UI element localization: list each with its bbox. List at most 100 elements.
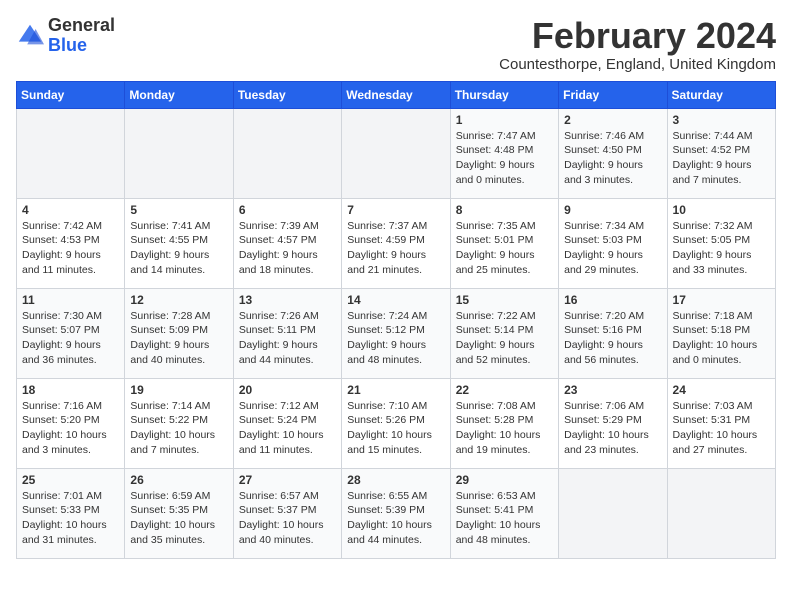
cell-date-number: 1 — [456, 113, 553, 127]
cell-info-text: Sunrise: 7:16 AMSunset: 5:20 PMDaylight:… — [22, 399, 119, 458]
cell-date-number: 24 — [673, 383, 770, 397]
header-tuesday: Tuesday — [233, 81, 341, 108]
cell-date-number: 26 — [130, 473, 227, 487]
calendar-cell: 26Sunrise: 6:59 AMSunset: 5:35 PMDayligh… — [125, 468, 233, 558]
calendar-cell: 13Sunrise: 7:26 AMSunset: 5:11 PMDayligh… — [233, 288, 341, 378]
cell-info-text: Sunrise: 7:32 AMSunset: 5:05 PMDaylight:… — [673, 219, 770, 278]
cell-info-text: Sunrise: 7:42 AMSunset: 4:53 PMDaylight:… — [22, 219, 119, 278]
cell-info-text: Sunrise: 7:24 AMSunset: 5:12 PMDaylight:… — [347, 309, 444, 368]
header-sunday: Sunday — [17, 81, 125, 108]
cell-info-text: Sunrise: 7:35 AMSunset: 5:01 PMDaylight:… — [456, 219, 553, 278]
cell-date-number: 21 — [347, 383, 444, 397]
cell-info-text: Sunrise: 7:10 AMSunset: 5:26 PMDaylight:… — [347, 399, 444, 458]
cell-date-number: 22 — [456, 383, 553, 397]
calendar-cell — [233, 108, 341, 198]
calendar-cell: 9 Sunrise: 7:34 AMSunset: 5:03 PMDaylight… — [559, 198, 667, 288]
cell-info-text: Sunrise: 7:01 AMSunset: 5:33 PMDaylight:… — [22, 489, 119, 548]
header-wednesday: Wednesday — [342, 81, 450, 108]
calendar-cell: 29Sunrise: 6:53 AMSunset: 5:41 PMDayligh… — [450, 468, 558, 558]
header-row: Sunday Monday Tuesday Wednesday Thursday… — [17, 81, 776, 108]
cell-date-number: 6 — [239, 203, 336, 217]
calendar-cell: 18 Sunrise: 7:16 AMSunset: 5:20 PMDayligh… — [17, 378, 125, 468]
calendar-cell: 24 Sunrise: 7:03 AMSunset: 5:31 PMDayligh… — [667, 378, 775, 468]
cell-info-text: Sunrise: 7:44 AMSunset: 4:52 PMDaylight:… — [673, 129, 770, 188]
calendar-table: Sunday Monday Tuesday Wednesday Thursday… — [16, 81, 776, 559]
calendar-body: 1 Sunrise: 7:47 AMSunset: 4:48 PMDaylight… — [17, 108, 776, 558]
calendar-cell: 21 Sunrise: 7:10 AMSunset: 5:26 PMDayligh… — [342, 378, 450, 468]
calendar-cell — [342, 108, 450, 198]
cell-info-text: Sunrise: 7:26 AMSunset: 5:11 PMDaylight:… — [239, 309, 336, 368]
cell-date-number: 8 — [456, 203, 553, 217]
calendar-cell: 22 Sunrise: 7:08 AMSunset: 5:28 PMDayligh… — [450, 378, 558, 468]
title-area: February 2024 Countesthorpe, England, Un… — [499, 16, 776, 73]
cell-date-number: 12 — [130, 293, 227, 307]
calendar-header: Sunday Monday Tuesday Wednesday Thursday… — [17, 81, 776, 108]
calendar-week-5: 25 Sunrise: 7:01 AMSunset: 5:33 PMDayligh… — [17, 468, 776, 558]
cell-info-text: Sunrise: 7:18 AMSunset: 5:18 PMDaylight:… — [673, 309, 770, 368]
cell-info-text: Sunrise: 7:46 AMSunset: 4:50 PMDaylight:… — [564, 129, 661, 188]
cell-date-number: 16 — [564, 293, 661, 307]
cell-date-number: 17 — [673, 293, 770, 307]
calendar-cell: 25 Sunrise: 7:01 AMSunset: 5:33 PMDayligh… — [17, 468, 125, 558]
logo: General Blue — [16, 16, 115, 56]
cell-date-number: 15 — [456, 293, 553, 307]
calendar-cell: 20 Sunrise: 7:12 AMSunset: 5:24 PMDayligh… — [233, 378, 341, 468]
calendar-week-1: 1 Sunrise: 7:47 AMSunset: 4:48 PMDaylight… — [17, 108, 776, 198]
calendar-cell — [17, 108, 125, 198]
header-monday: Monday — [125, 81, 233, 108]
header-friday: Friday — [559, 81, 667, 108]
logo-blue: Blue — [48, 35, 87, 55]
cell-info-text: Sunrise: 7:08 AMSunset: 5:28 PMDaylight:… — [456, 399, 553, 458]
calendar-week-4: 18 Sunrise: 7:16 AMSunset: 5:20 PMDayligh… — [17, 378, 776, 468]
subtitle: Countesthorpe, England, United Kingdom — [499, 56, 776, 73]
cell-info-text: Sunrise: 7:12 AMSunset: 5:24 PMDaylight:… — [239, 399, 336, 458]
header-saturday: Saturday — [667, 81, 775, 108]
cell-date-number: 29 — [456, 473, 553, 487]
calendar-cell: 16Sunrise: 7:20 AMSunset: 5:16 PMDayligh… — [559, 288, 667, 378]
calendar-cell: 6 Sunrise: 7:39 AMSunset: 4:57 PMDaylight… — [233, 198, 341, 288]
cell-info-text: Sunrise: 7:06 AMSunset: 5:29 PMDaylight:… — [564, 399, 661, 458]
cell-info-text: Sunrise: 7:22 AMSunset: 5:14 PMDaylight:… — [456, 309, 553, 368]
cell-date-number: 27 — [239, 473, 336, 487]
cell-info-text: Sunrise: 7:39 AMSunset: 4:57 PMDaylight:… — [239, 219, 336, 278]
cell-date-number: 25 — [22, 473, 119, 487]
cell-info-text: Sunrise: 7:03 AMSunset: 5:31 PMDaylight:… — [673, 399, 770, 458]
calendar-cell — [667, 468, 775, 558]
calendar-cell: 12 Sunrise: 7:28 AMSunset: 5:09 PMDayligh… — [125, 288, 233, 378]
header-thursday: Thursday — [450, 81, 558, 108]
logo-icon — [16, 22, 44, 50]
cell-date-number: 18 — [22, 383, 119, 397]
cell-info-text: Sunrise: 6:57 AMSunset: 5:37 PMDaylight:… — [239, 489, 336, 548]
calendar-cell: 1 Sunrise: 7:47 AMSunset: 4:48 PMDaylight… — [450, 108, 558, 198]
cell-info-text: Sunrise: 7:28 AMSunset: 5:09 PMDaylight:… — [130, 309, 227, 368]
calendar-week-3: 11 Sunrise: 7:30 AMSunset: 5:07 PMDayligh… — [17, 288, 776, 378]
cell-date-number: 5 — [130, 203, 227, 217]
cell-date-number: 9 — [564, 203, 661, 217]
cell-info-text: Sunrise: 6:55 AMSunset: 5:39 PMDaylight:… — [347, 489, 444, 548]
calendar-cell: 2Sunrise: 7:46 AMSunset: 4:50 PMDaylight… — [559, 108, 667, 198]
cell-info-text: Sunrise: 7:47 AMSunset: 4:48 PMDaylight:… — [456, 129, 553, 188]
calendar-cell: 10 Sunrise: 7:32 AMSunset: 5:05 PMDayligh… — [667, 198, 775, 288]
cell-info-text: Sunrise: 7:30 AMSunset: 5:07 PMDaylight:… — [22, 309, 119, 368]
calendar-cell: 11 Sunrise: 7:30 AMSunset: 5:07 PMDayligh… — [17, 288, 125, 378]
calendar-cell: 5Sunrise: 7:41 AMSunset: 4:55 PMDaylight… — [125, 198, 233, 288]
cell-info-text: Sunrise: 7:34 AMSunset: 5:03 PMDaylight:… — [564, 219, 661, 278]
logo-general: General — [48, 15, 115, 35]
calendar-cell — [125, 108, 233, 198]
cell-date-number: 19 — [130, 383, 227, 397]
calendar-week-2: 4 Sunrise: 7:42 AMSunset: 4:53 PMDaylight… — [17, 198, 776, 288]
calendar-cell: 7 Sunrise: 7:37 AMSunset: 4:59 PMDaylight… — [342, 198, 450, 288]
logo-text: General Blue — [48, 16, 115, 56]
cell-date-number: 7 — [347, 203, 444, 217]
calendar-cell: 4 Sunrise: 7:42 AMSunset: 4:53 PMDaylight… — [17, 198, 125, 288]
calendar-cell — [559, 468, 667, 558]
cell-info-text: Sunrise: 7:37 AMSunset: 4:59 PMDaylight:… — [347, 219, 444, 278]
cell-date-number: 4 — [22, 203, 119, 217]
calendar-cell: 17 Sunrise: 7:18 AMSunset: 5:18 PMDayligh… — [667, 288, 775, 378]
cell-date-number: 11 — [22, 293, 119, 307]
cell-date-number: 10 — [673, 203, 770, 217]
cell-date-number: 20 — [239, 383, 336, 397]
cell-date-number: 23 — [564, 383, 661, 397]
cell-date-number: 28 — [347, 473, 444, 487]
cell-date-number: 14 — [347, 293, 444, 307]
